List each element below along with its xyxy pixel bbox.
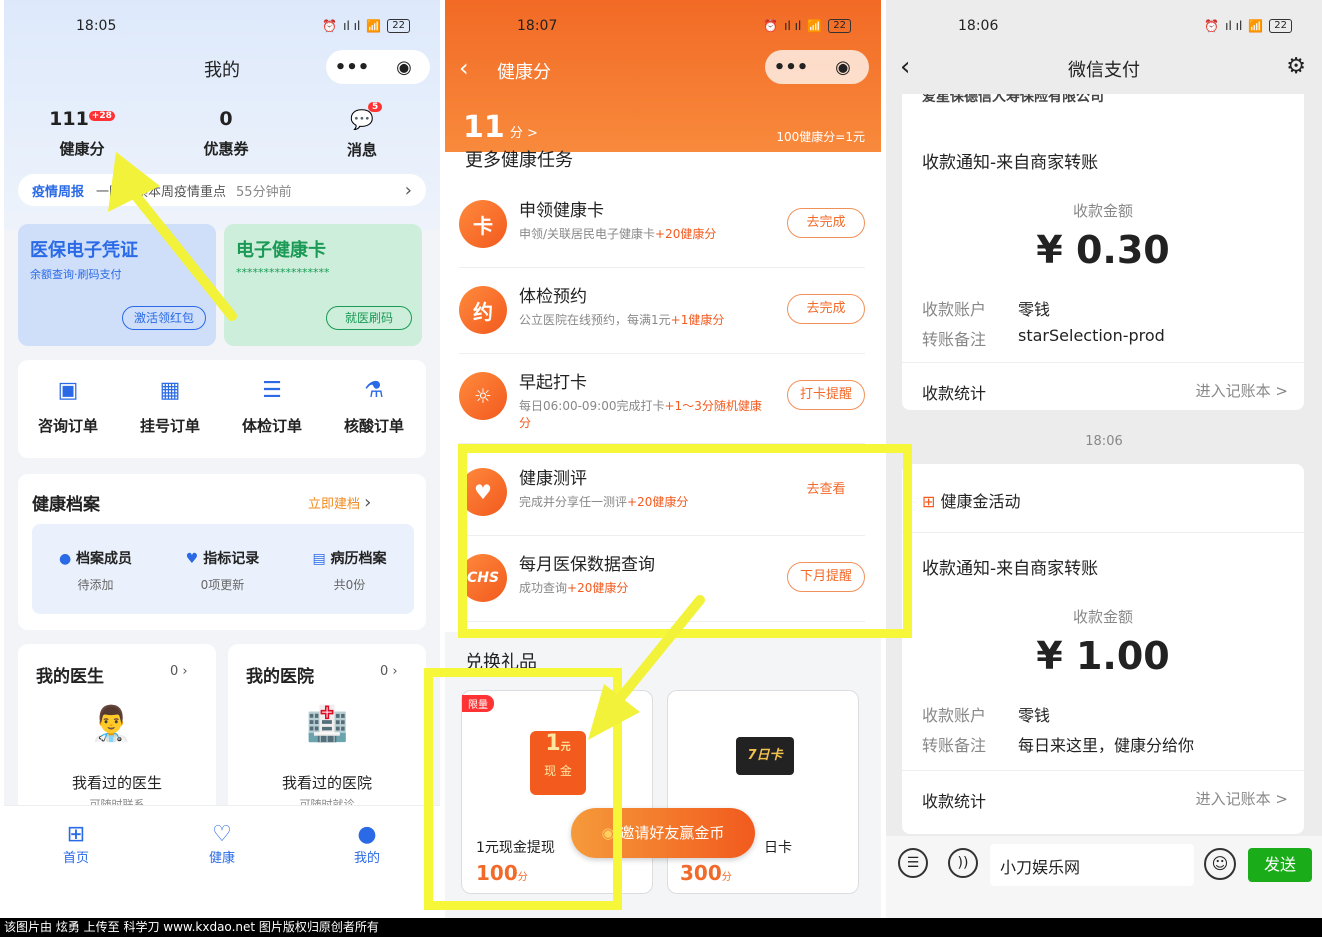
wechat-header: 18:06 ⏰ ıl ıl 📶 22 ‹ 微信支付 ⚙: [886, 0, 1322, 94]
annotation-arrow-2: [588, 595, 705, 740]
watermark-footer: 该图片由 炫勇 上传至 科学刀 www.kxdao.net 图片版权归原创者所有: [0, 918, 1322, 937]
gear-icon[interactable]: ⚙: [1286, 54, 1306, 79]
status-bar: 18:06 ⏰ ıl ıl 📶 22: [886, 0, 1322, 52]
status-icons: ⏰ ıl ıl 📶 22: [1204, 19, 1292, 33]
status-time: 18:06: [958, 18, 999, 34]
chat-title: 微信支付: [1068, 60, 1140, 81]
